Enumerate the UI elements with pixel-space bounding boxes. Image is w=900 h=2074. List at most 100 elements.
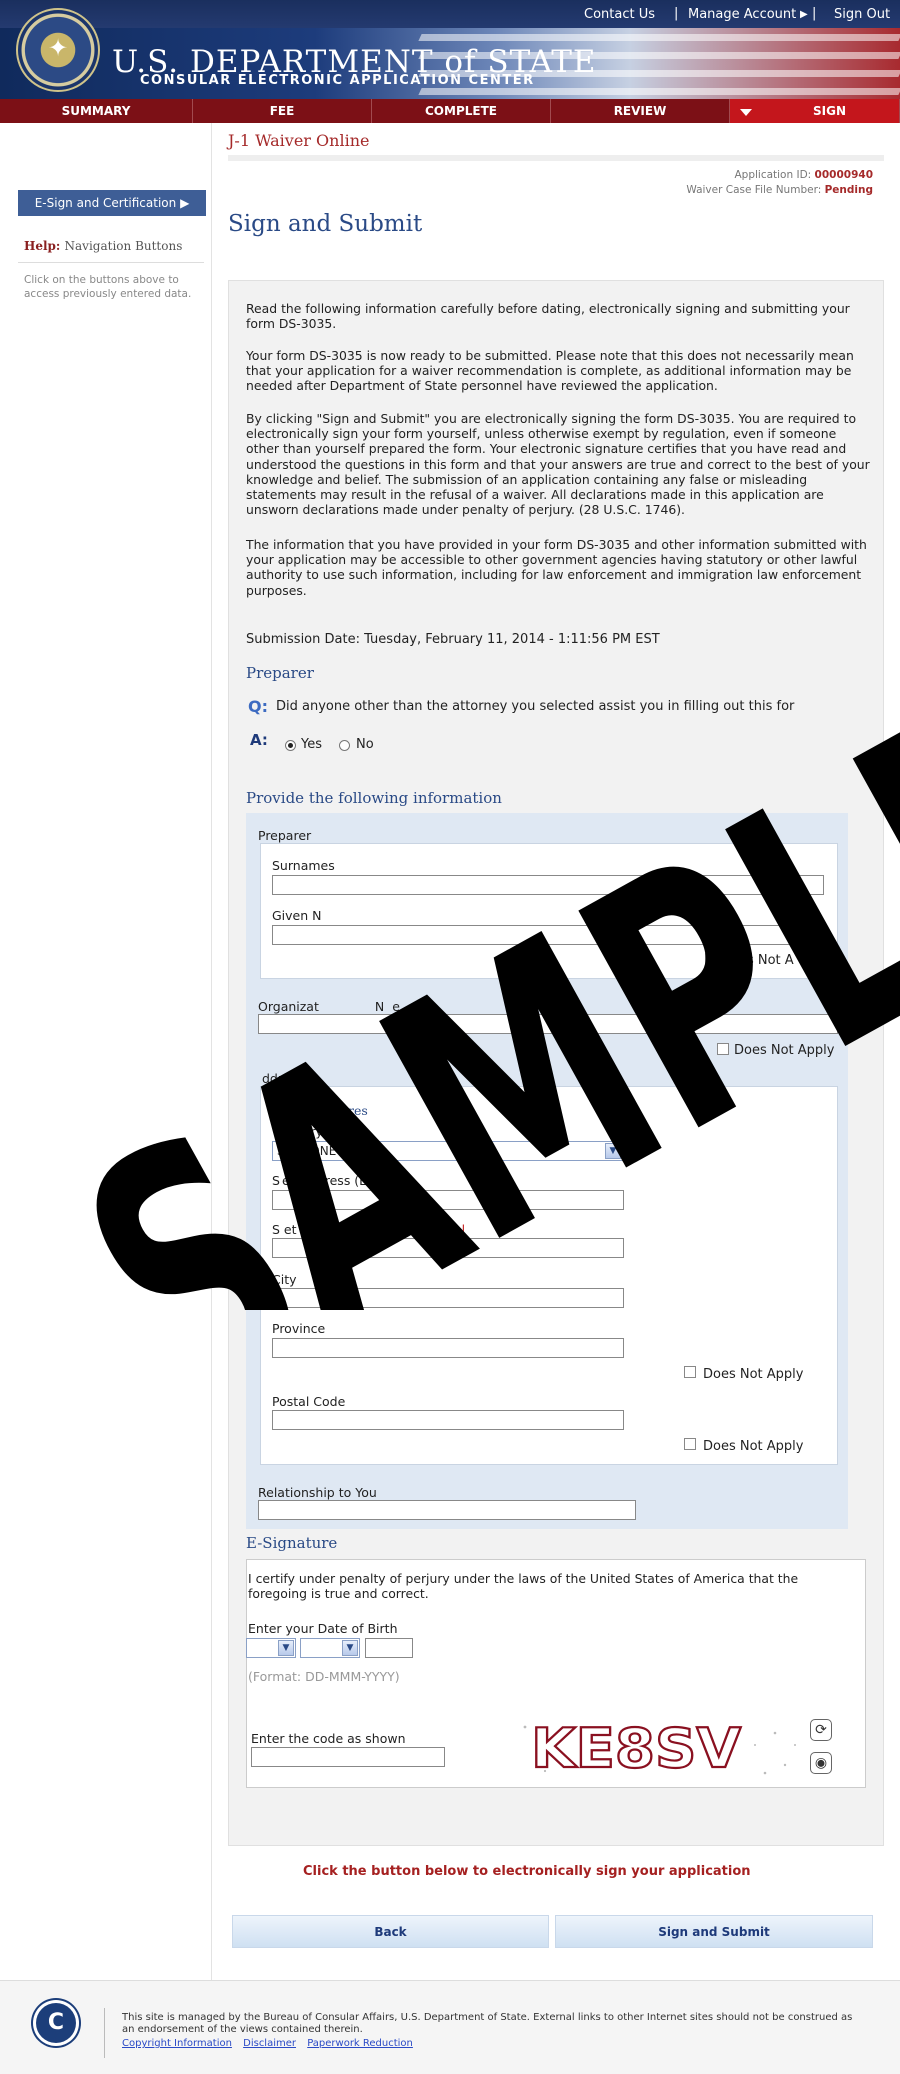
preparer-question: Did anyone other than the attorney you s… (276, 699, 795, 714)
divider (104, 2008, 105, 2058)
street2-label: S et Address (Line 2) *Optional (272, 1222, 465, 1237)
department-subtitle: CONSULAR ELECTRONIC APPLICATION CENTER (140, 73, 535, 88)
optional-label: *Optional (405, 1222, 466, 1237)
given-names-label: Given N (272, 908, 322, 923)
case-file-number: Pending (824, 184, 873, 196)
manage-account-link[interactable]: Manage Account (688, 7, 796, 22)
tab-summary[interactable]: SUMMARY (0, 99, 193, 123)
country-select[interactable]: SELE ONE - (272, 1141, 624, 1161)
certify-text: I certify under penalty of perjury under… (248, 1571, 799, 1602)
street1-label-part: S (272, 1173, 280, 1188)
play-arrow-icon: ▶ (180, 196, 190, 210)
play-arrow-icon: ▶ (800, 9, 808, 20)
sidebar-item-esign[interactable]: E-Sign and Certification ▶ (18, 190, 206, 216)
postal-does-not-apply-checkbox[interactable] (684, 1438, 696, 1450)
organization-label-part: e (392, 999, 400, 1014)
province-does-not-apply-checkbox[interactable] (684, 1366, 696, 1378)
current-step-arrow-icon (740, 109, 752, 116)
captcha-code-input[interactable] (251, 1747, 445, 1767)
refresh-captcha-icon[interactable]: ⟳ (810, 1719, 832, 1741)
date-format-hint: (Format: DD-MMM-YYYY) (248, 1669, 400, 1684)
street1-input[interactable] (272, 1190, 624, 1210)
does-not-apply-label: Does Not Apply (703, 1367, 804, 1382)
chevron-down-icon: ▼ (342, 1640, 358, 1656)
city-label: City (272, 1272, 297, 1287)
captcha-code-label: Enter the code as shown (251, 1731, 406, 1746)
captcha-image: KE8SV (515, 1715, 805, 1781)
surnames-input[interactable] (272, 875, 824, 895)
esignature-section-title: E-Signature (246, 1534, 338, 1552)
copyright-link[interactable]: Copyright Information (122, 2038, 232, 2049)
application-id: 00000940 (814, 169, 873, 181)
surnames-label: Surnames (272, 858, 335, 873)
does-not-apply-label: Does Not A (721, 953, 794, 968)
street1-label-part: eet A (281, 1173, 315, 1188)
application-ids: Application ID: 00000940 Waiver Case Fil… (686, 168, 873, 198)
back-button[interactable]: Back (232, 1915, 549, 1948)
city-input[interactable] (272, 1288, 624, 1308)
page-title: Sign and Submit (228, 211, 423, 237)
step-nav: SUMMARY FEE COMPLETE REVIEW SIGN (0, 99, 900, 123)
organization-label-part: N (374, 999, 385, 1014)
province-input[interactable] (272, 1338, 624, 1358)
footer-disclaimer: This site is managed by the Bureau of Co… (122, 2012, 853, 2035)
organization-does-not-apply-checkbox[interactable] (717, 1043, 729, 1055)
app-title: J-1 Waiver Online (228, 131, 370, 150)
answer-label: A: (250, 731, 268, 749)
captcha-text: KE8SV (531, 1717, 741, 1780)
submission-date: Submission Date: Tuesday, February 11, 2… (246, 632, 660, 647)
paperwork-reduction-link[interactable]: Paperwork Reduction (307, 2038, 413, 2049)
sidebar-item-label: E-Sign and Certification (34, 196, 177, 210)
chevron-down-icon: ▼ (605, 1143, 621, 1159)
organization-label: Organizat Ne (258, 999, 400, 1014)
tab-complete[interactable]: COMPLETE (372, 99, 551, 123)
eagle-icon: ✦ (47, 34, 69, 62)
no-radio[interactable] (339, 740, 350, 751)
given-names-does-not-apply-checkbox[interactable] (705, 953, 717, 965)
yes-radio[interactable] (285, 740, 296, 751)
help-title-label: Help (24, 239, 56, 253)
tab-review[interactable]: REVIEW (551, 99, 730, 123)
question-label: Q: (248, 697, 268, 716)
help-text: Click on the buttons above to access pre… (24, 274, 192, 300)
country-select-value: SELE ONE - (277, 1144, 345, 1158)
link-separator: | (812, 6, 817, 21)
street2-label-text: S et Address (Line 2) (272, 1222, 402, 1237)
link-separator: | (674, 6, 679, 21)
preparer-label: Preparer (258, 828, 312, 843)
sign-and-submit-button[interactable]: Sign and Submit (555, 1915, 873, 1948)
postal-code-input[interactable] (272, 1410, 624, 1430)
sign-out-link[interactable]: Sign Out (834, 7, 890, 22)
intro-paragraph: Read the following information carefully… (246, 301, 850, 332)
tab-sign[interactable]: SIGN (730, 99, 900, 123)
preparer-section-title: Preparer (246, 664, 314, 682)
given-names-input[interactable] (272, 925, 824, 945)
chevron-down-icon: ▼ (278, 1640, 294, 1656)
province-label: Province (272, 1321, 326, 1336)
does-not-apply-label: Does Not Apply (703, 1439, 804, 1454)
organization-label-part: Organizat (258, 999, 319, 1014)
street1-label-part: ress (L (324, 1173, 367, 1188)
signature-paragraph: By clicking "Sign and Submit" you are el… (246, 411, 870, 518)
country-label: ountry egion (282, 1124, 362, 1139)
relationship-input[interactable] (258, 1500, 636, 1520)
street2-input[interactable] (272, 1238, 624, 1258)
current-address-label: Current ddres (278, 1103, 368, 1118)
dob-year-input[interactable] (365, 1638, 413, 1658)
address-label: ddress (262, 1071, 304, 1086)
audio-captcha-icon[interactable]: ◉ (810, 1752, 832, 1774)
does-not-apply-label: Does Not Apply (734, 1043, 835, 1058)
organization-name-input[interactable] (258, 1014, 838, 1034)
tab-fee[interactable]: FEE (193, 99, 372, 123)
disclaimer-link[interactable]: Disclaimer (243, 2038, 296, 2049)
sign-instruction: Click the button below to electronically… (303, 1864, 751, 1879)
divider (228, 155, 884, 161)
postal-code-label: Postal Code (272, 1394, 346, 1409)
divider (18, 262, 204, 263)
sidebar (0, 123, 212, 1980)
yes-radio-label: Yes (301, 737, 322, 752)
dob-label: Enter your Date of Birth (248, 1621, 398, 1636)
contact-us-link[interactable]: Contact Us (584, 7, 655, 22)
case-file-label: Waiver Case File Number: (686, 184, 822, 196)
consular-affairs-logo: C (36, 2003, 76, 2043)
